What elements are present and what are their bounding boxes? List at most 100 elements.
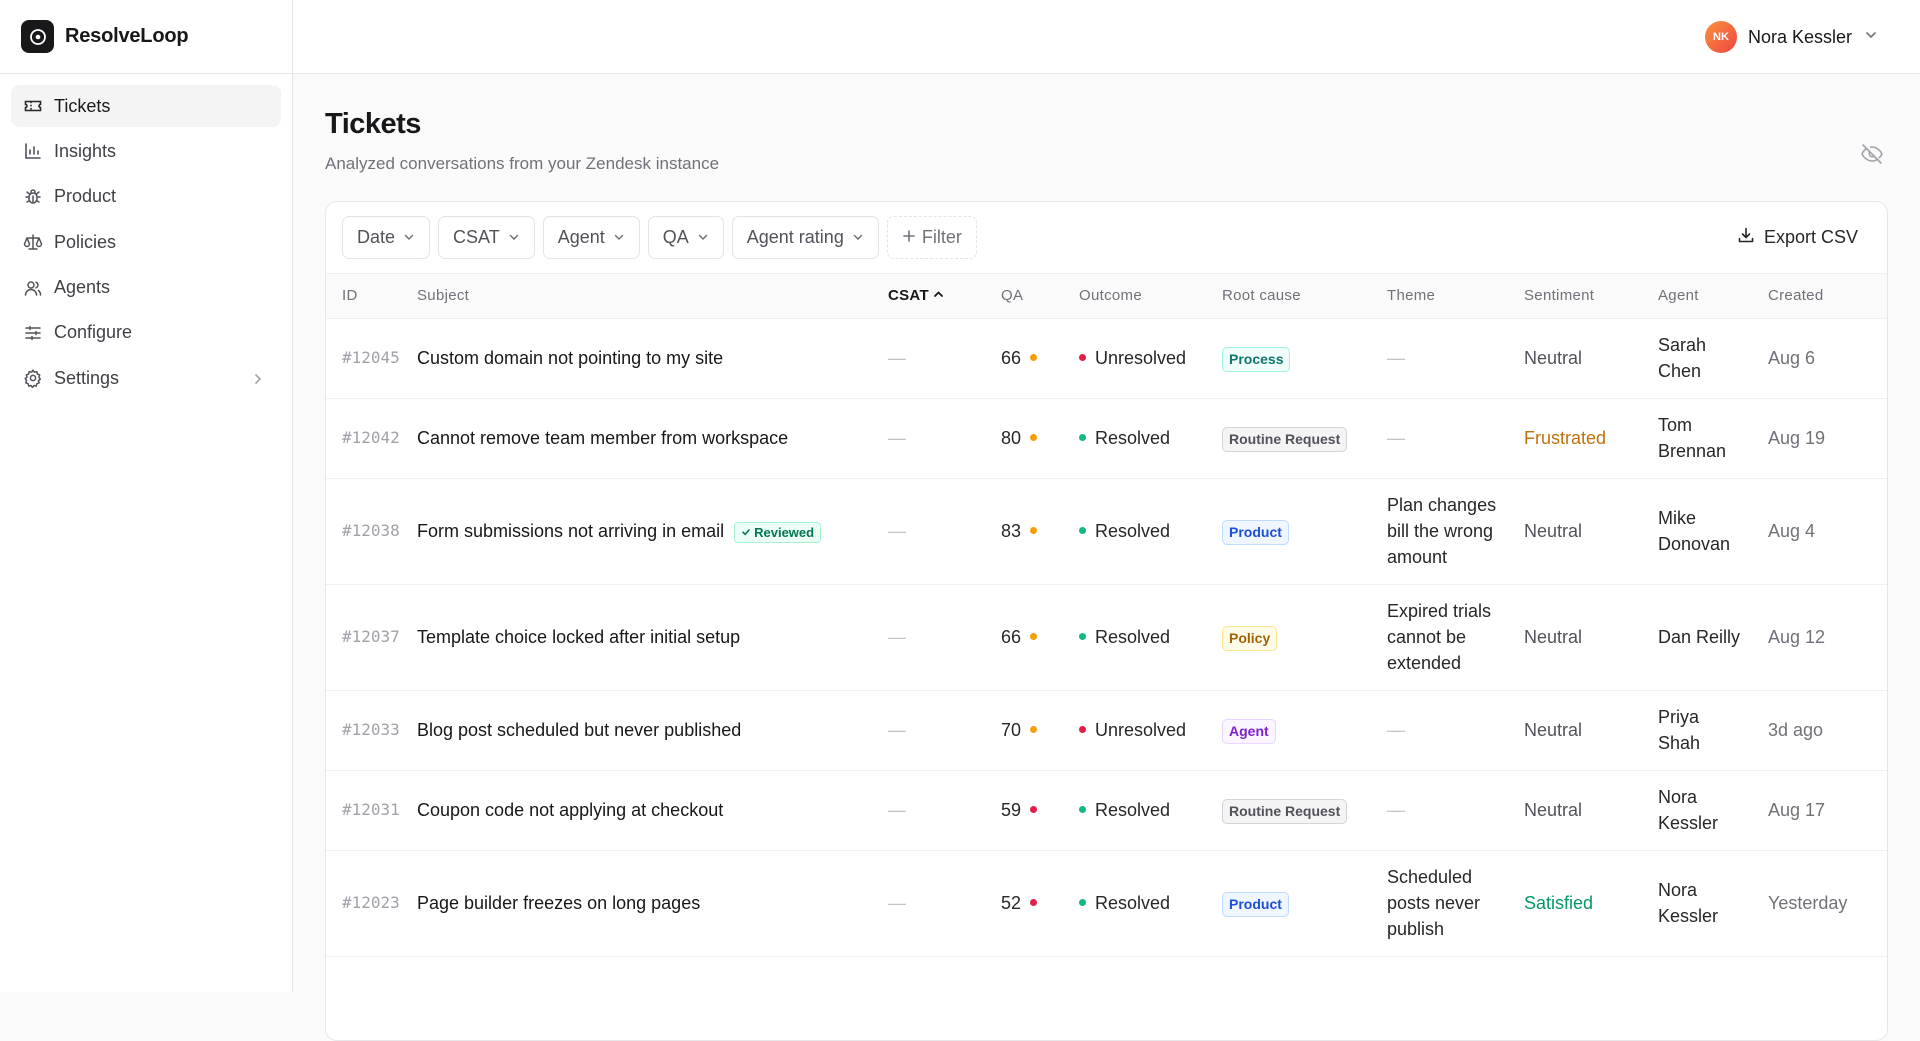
users-icon [22,277,44,299]
ticket-subject[interactable]: Coupon code not applying at checkout [417,770,888,851]
column-header-agent[interactable]: Agent [1658,274,1768,319]
ticket-subject[interactable]: Cannot remove team member from workspace [417,398,888,479]
column-header-label: CSAT [888,287,929,305]
export-csv-button[interactable]: Export CSV [1737,226,1858,249]
table-row[interactable]: #12023 Page builder freezes on long pages… [326,850,1887,957]
bar-chart-icon [22,140,44,162]
root-cause-badge: Product [1222,519,1289,545]
theme: — [1387,690,1524,771]
ticket-subject-text: Custom domain not pointing to my site [417,348,724,368]
sidebar-item-insights[interactable]: Insights [11,130,281,172]
outcome-label: Unresolved [1095,348,1187,368]
ticket-subject[interactable]: Template choice locked after initial set… [417,584,888,691]
sidebar-item-tickets[interactable]: Tickets [11,85,281,127]
sidebar-item-product[interactable]: Product [11,176,281,218]
created-date: Aug 12 [1768,584,1887,691]
ticket-id[interactable]: #12031 [326,770,417,851]
ticket-subject[interactable]: Page builder freezes on long pages [417,850,888,957]
ticket-subject[interactable]: Custom domain not pointing to my site [417,318,888,399]
plus-icon [902,227,916,248]
download-icon [1737,226,1755,249]
scale-icon [22,231,44,253]
ticket-id[interactable]: #12023 [326,850,417,957]
theme: Expired trials cannot be extended [1387,584,1524,691]
qa-score: 83 [1001,478,1079,585]
ticket-subject[interactable]: Blog post scheduled but never published [417,690,888,771]
table-row[interactable]: #12031 Coupon code not applying at checko… [326,770,1887,851]
column-header-theme[interactable]: Theme [1387,274,1524,319]
chevron-down-icon [852,227,864,248]
ticket-subject-text: Coupon code not applying at checkout [417,800,724,820]
csat-value: — [888,478,1001,585]
sidebar-item-policies[interactable]: Policies [11,221,281,263]
ticket-id[interactable]: #12033 [326,690,417,771]
sliders-icon [22,322,44,344]
column-header-created[interactable]: Created [1768,274,1887,319]
theme: — [1387,318,1524,399]
page-subtitle: Analyzed conversations from your Zendesk… [325,154,720,173]
column-header-qa[interactable]: QA [1001,274,1079,319]
table-row[interactable]: #12033 Blog post scheduled but never publ… [326,690,1887,771]
column-header-subject[interactable]: Subject [417,274,888,319]
filter-agent-rating-button[interactable]: Agent rating [731,216,879,259]
ticket-id[interactable]: #12038 [326,478,417,585]
table-row[interactable]: #12037 Template choice locked after initi… [326,584,1887,691]
filter-csat-button[interactable]: CSAT [438,216,535,259]
outcome-label: Resolved [1095,428,1171,448]
filter-date-button[interactable]: Date [342,216,431,259]
filter-label: Agent [557,227,605,247]
root-cause-badge: Routine Request [1222,798,1348,824]
table-row[interactable]: #12045 Custom domain not pointing to my s… [326,318,1887,399]
reviewed-badge: Reviewed [734,521,822,543]
column-header-id[interactable]: ID [326,274,417,319]
sidebar-item-configure[interactable]: Configure [11,312,281,354]
theme: — [1387,770,1524,851]
chevron-right-icon [251,370,265,391]
column-header-csat[interactable]: CSAT [888,274,1001,319]
theme: Plan changes bill the wrong amount [1387,478,1524,585]
column-header-outcome[interactable]: Outcome [1079,274,1222,319]
qa-score: 59 [1001,770,1079,851]
qa-status-dot [1030,726,1038,734]
table-row[interactable]: #12038 Form submissions not arriving in e… [326,478,1887,585]
app-name: ResolveLoop [65,25,189,47]
ticket-id[interactable]: #12037 [326,584,417,691]
tickets-table: ID Subject CSAT QA Outcome Root cause Th… [326,274,1887,957]
chevron-down-icon [1864,28,1878,47]
outcome: Resolved [1079,770,1222,851]
sidebar-item-label: Product [54,186,117,207]
agent-name: Mike Donovan [1658,478,1768,585]
sidebar-item-agents[interactable]: Agents [11,267,281,309]
ticket-id[interactable]: #12042 [326,398,417,479]
add-filter-button[interactable]: Filter [886,216,977,259]
qa-score: 70 [1001,690,1079,771]
column-header-root-cause[interactable]: Root cause [1222,274,1387,319]
reviewed-label: Reviewed [754,524,815,540]
root-cause-badge: Agent [1222,718,1276,744]
chevron-down-icon [697,227,709,248]
user-menu[interactable]: NK Nora Kessler [1704,21,1878,53]
add-filter-label: Filter [921,227,962,247]
sidebar-item-settings[interactable]: Settings [11,357,281,399]
bug-icon [22,186,44,208]
ticket-subject-text: Cannot remove team member from workspace [417,428,789,448]
sentiment: Frustrated [1524,398,1658,479]
csat-value: — [888,770,1001,851]
ticket-id[interactable]: #12045 [326,318,417,399]
column-header-sentiment[interactable]: Sentiment [1524,274,1658,319]
sidebar-item-label: Agents [54,277,111,298]
csat-value: — [888,690,1001,771]
agent-name: Nora Kessler [1658,850,1768,957]
hide-eye-off-icon[interactable] [1860,142,1884,166]
ticket-subject[interactable]: Form submissions not arriving in email Re… [417,478,888,585]
created-date: Yesterday [1768,850,1887,957]
table-row[interactable]: #12042 Cannot remove team member from wor… [326,398,1887,479]
filter-agent-button[interactable]: Agent [542,216,640,259]
root-cause-badge: Product [1222,891,1289,917]
filter-qa-button[interactable]: QA [647,216,724,259]
csat-value: — [888,584,1001,691]
brand[interactable]: ResolveLoop [0,0,292,74]
sidebar-item-label: Tickets [54,95,111,116]
qa-status-dot [1030,633,1038,641]
agent-name: Nora Kessler [1658,770,1768,851]
